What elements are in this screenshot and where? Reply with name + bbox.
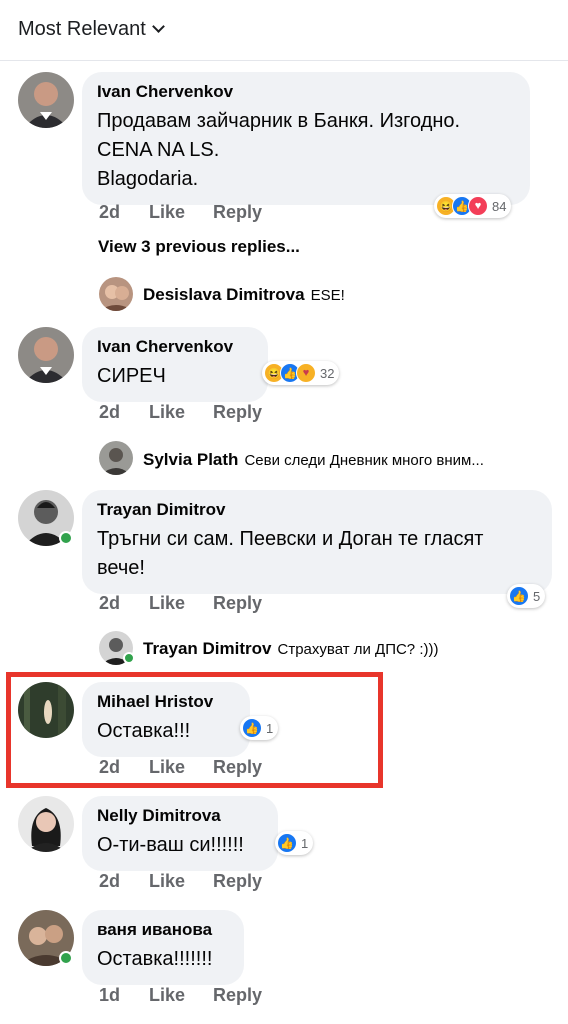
comment-time[interactable]: 2d xyxy=(99,593,149,614)
comment-bubble: Ivan Chervenkov СИРЕЧ xyxy=(82,327,268,402)
avatar[interactable] xyxy=(99,441,133,475)
comment-bubble: Ivan Chervenkov Продавам зайчарник в Бан… xyxy=(82,72,530,205)
comment-text: вече! xyxy=(97,557,145,579)
reply-text: Страхуват ли ДПС? :))) xyxy=(277,640,439,658)
sort-label: Most Relevant xyxy=(18,18,146,40)
comment-actions: 2d Like Reply xyxy=(99,593,262,614)
like-button[interactable]: Like xyxy=(149,202,213,223)
avatar[interactable] xyxy=(18,72,74,128)
comment-time[interactable]: 2d xyxy=(99,202,149,223)
love-reaction-icon: ♥ xyxy=(468,196,488,216)
comment-actions: 2d Like Reply xyxy=(99,871,262,892)
comment-author[interactable]: Nelly Dimitrova xyxy=(97,806,264,826)
comment-text: СИРЕЧ xyxy=(97,365,166,387)
comment-author[interactable]: Trayan Dimitrov xyxy=(97,500,538,520)
reply-button[interactable]: Reply xyxy=(213,593,262,614)
reply-row: Desislava Dimitrova ESE! xyxy=(143,285,345,305)
comment-time[interactable]: 1d xyxy=(99,985,149,1006)
avatar[interactable] xyxy=(18,796,74,852)
reaction-count: 84 xyxy=(492,198,507,214)
comment-text: CENA NA LS. xyxy=(97,139,220,161)
highlight-box xyxy=(6,672,383,788)
reaction-summary[interactable]: 👍 5 xyxy=(507,584,546,608)
online-status-icon xyxy=(123,652,135,664)
comment-author[interactable]: Ivan Chervenkov xyxy=(97,82,516,102)
comment-time[interactable]: 2d xyxy=(99,402,149,423)
reaction-count: 32 xyxy=(320,365,335,381)
like-button[interactable]: Like xyxy=(149,985,213,1006)
like-reaction-icon: 👍 xyxy=(509,586,529,606)
comment-bubble: ваня иванова Оставка!!!!!!! xyxy=(82,910,244,985)
like-button[interactable]: Like xyxy=(149,871,213,892)
reply-button[interactable]: Reply xyxy=(213,985,262,1006)
comment-text: Оставка!!!!!!! xyxy=(97,948,213,970)
view-previous-replies-link[interactable]: View 3 previous replies... xyxy=(98,237,300,257)
comment-text: Продавам зайчарник в Банкя. Изгодно. xyxy=(97,110,461,132)
reply-button[interactable]: Reply xyxy=(213,402,262,423)
comment-time[interactable]: 2d xyxy=(99,871,149,892)
divider xyxy=(0,60,568,61)
avatar[interactable] xyxy=(99,277,133,311)
avatar[interactable] xyxy=(18,327,74,383)
comment-bubble: Trayan Dimitrov Тръгни си сам. Пеевски и… xyxy=(82,490,552,594)
like-button[interactable]: Like xyxy=(149,402,213,423)
reaction-count: 5 xyxy=(533,588,541,604)
comment-author[interactable]: ваня иванова xyxy=(97,920,230,940)
reaction-count: 1 xyxy=(301,835,309,851)
reply-author[interactable]: Sylvia Plath xyxy=(143,450,238,470)
reply-author[interactable]: Trayan Dimitrov xyxy=(143,639,272,659)
reply-button[interactable]: Reply xyxy=(213,202,262,223)
reply-row: Trayan Dimitrov Страхуват ли ДПС? :))) xyxy=(143,639,438,659)
reply-row: Sylvia Plath Севи следи Дневник много вн… xyxy=(143,450,484,470)
reply-text: Севи следи Дневник много вним... xyxy=(244,451,484,469)
comment-text: Тръгни си сам. Пеевски и Доган те гласят xyxy=(97,528,484,550)
chevron-down-icon xyxy=(151,20,165,33)
comment-actions: 2d Like Reply xyxy=(99,402,262,423)
reaction-summary[interactable]: 😆 👍 ♥ 32 xyxy=(262,361,340,385)
online-status-icon xyxy=(59,531,73,545)
reaction-summary[interactable]: 😆 👍 ♥ 84 xyxy=(434,194,512,218)
reply-text: ESE! xyxy=(310,286,345,304)
comment-author[interactable]: Ivan Chervenkov xyxy=(97,337,254,357)
care-reaction-icon: ♥ xyxy=(296,363,316,383)
reply-button[interactable]: Reply xyxy=(213,871,262,892)
comment-text: О-ти-ваш си!!!!!! xyxy=(97,834,244,856)
reply-author[interactable]: Desislava Dimitrova xyxy=(143,285,305,305)
sort-dropdown[interactable]: Most Relevant xyxy=(18,18,165,41)
comment-actions: 1d Like Reply xyxy=(99,985,262,1006)
comment-bubble: Nelly Dimitrova О-ти-ваш си!!!!!! xyxy=(82,796,278,871)
like-button[interactable]: Like xyxy=(149,593,213,614)
comment-actions: 2d Like Reply xyxy=(99,202,262,223)
online-status-icon xyxy=(59,951,73,965)
reaction-summary[interactable]: 👍 1 xyxy=(275,831,314,855)
like-reaction-icon: 👍 xyxy=(277,833,297,853)
comment-text: Blagodaria. xyxy=(97,168,199,190)
